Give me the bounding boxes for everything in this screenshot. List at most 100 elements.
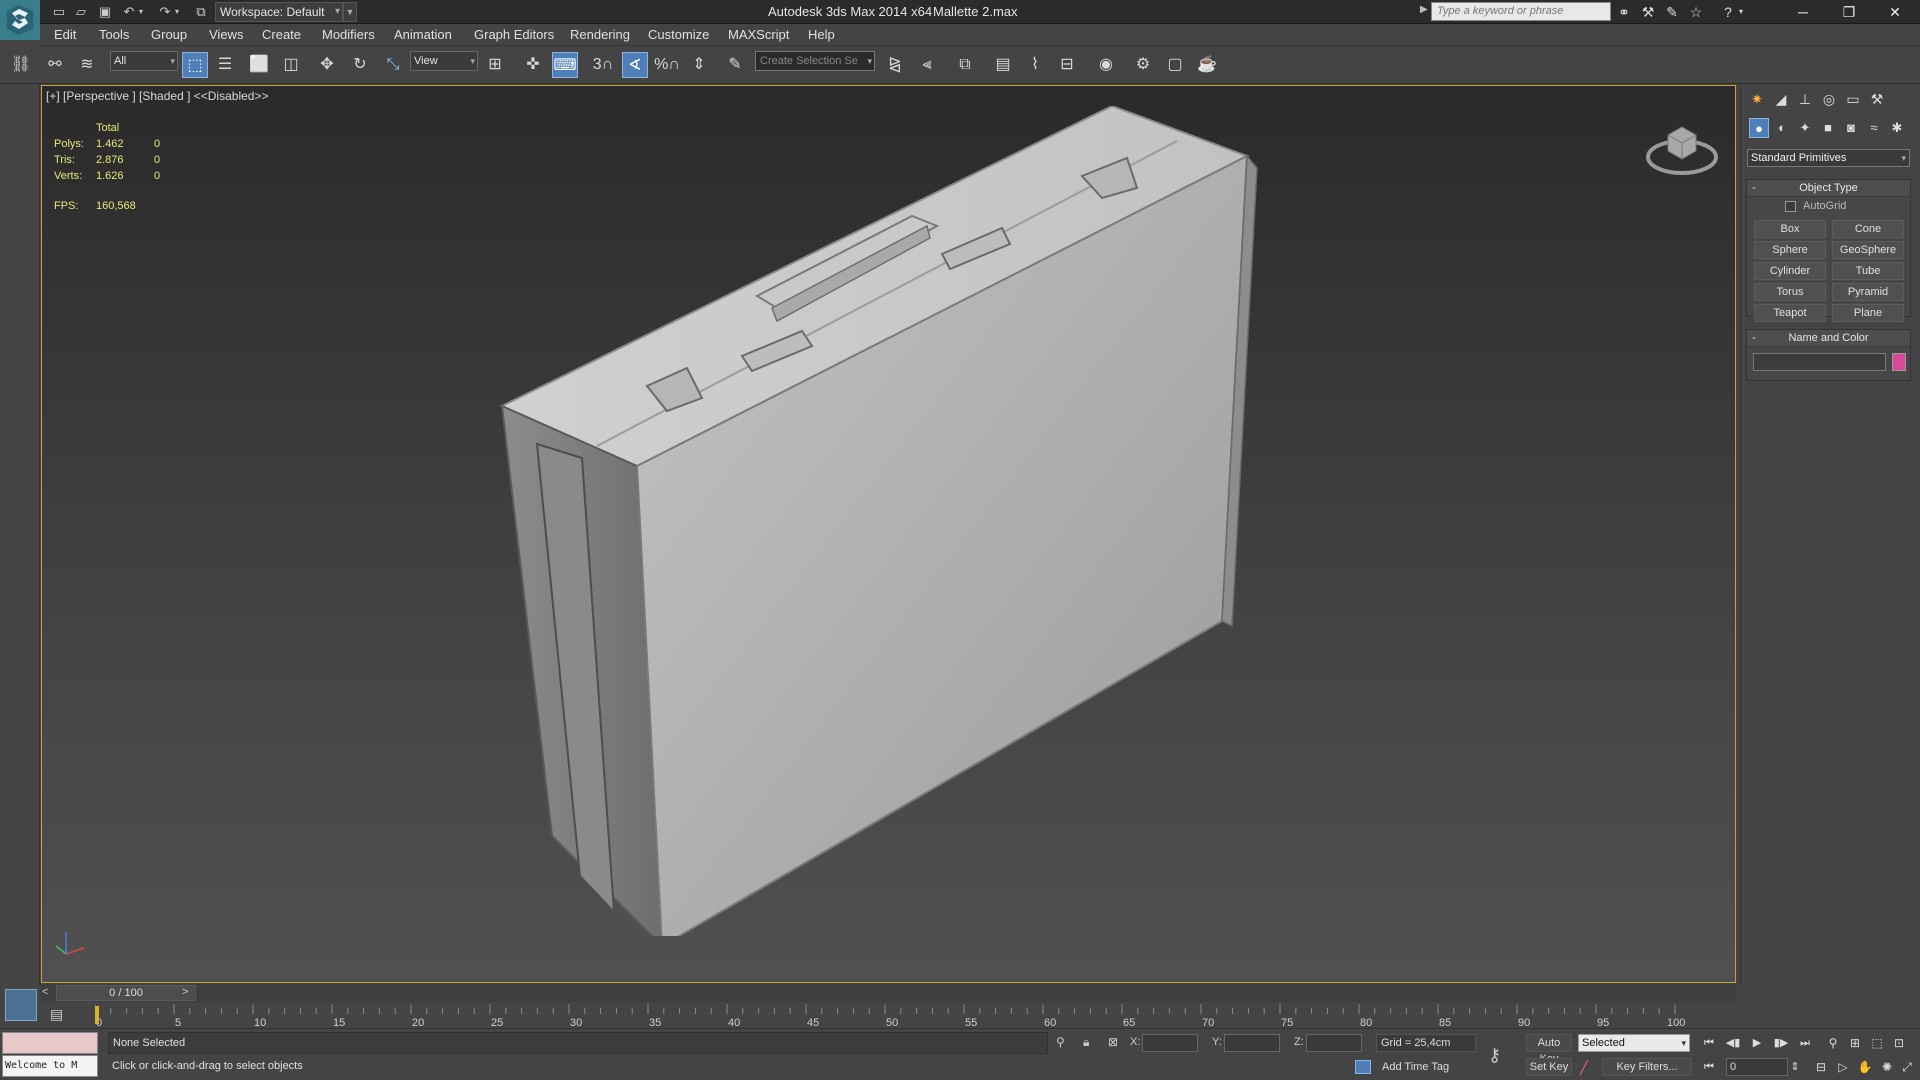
play-icon[interactable]: ▶: [1748, 1034, 1766, 1052]
display-tab-icon[interactable]: ▭: [1842, 88, 1864, 110]
save-icon[interactable]: ▣: [96, 3, 114, 21]
percent-snap-toggle-icon[interactable]: %∩: [654, 52, 680, 78]
time-slider-thumb[interactable]: 0 / 100: [56, 985, 196, 1001]
menu-help[interactable]: Help: [808, 27, 835, 42]
select-and-rotate-icon[interactable]: ↻: [347, 52, 373, 78]
favorites-star-icon[interactable]: ☆: [1686, 3, 1706, 21]
spinner-snap-toggle-icon[interactable]: ⇕: [686, 52, 712, 78]
key-mode-toggle-icon[interactable]: ⏮: [1700, 1058, 1718, 1076]
help-dropdown-icon[interactable]: ▾: [1736, 3, 1746, 21]
project-folder-icon[interactable]: ⧉: [192, 3, 210, 21]
y-coordinate-input[interactable]: [1224, 1034, 1280, 1052]
systems-category-icon[interactable]: ✱: [1887, 118, 1907, 138]
zoom-icon[interactable]: ⚲: [1824, 1034, 1842, 1052]
z-coordinate-input[interactable]: [1306, 1034, 1362, 1052]
teapot-button[interactable]: Teapot: [1754, 304, 1826, 322]
menu-rendering[interactable]: Rendering: [570, 27, 630, 42]
menu-modifiers[interactable]: Modifiers: [322, 27, 375, 42]
edit-named-selection-icon[interactable]: ✎: [722, 52, 748, 78]
selection-lock-icon[interactable]: 🔒︎: [1083, 1035, 1089, 1050]
field-of-view-icon[interactable]: ▷: [1834, 1058, 1852, 1076]
x-coordinate-input[interactable]: [1142, 1034, 1198, 1052]
rendered-frame-window-icon[interactable]: ▢: [1162, 52, 1188, 78]
object-color-swatch[interactable]: [1892, 353, 1906, 371]
space-warps-category-icon[interactable]: ≈: [1864, 118, 1884, 138]
motion-tab-icon[interactable]: ◎: [1818, 88, 1840, 110]
frame-spinner-icon[interactable]: ⇕: [1790, 1058, 1800, 1076]
zoom-extents-all-icon[interactable]: ⊡: [1890, 1034, 1908, 1052]
app-logo[interactable]: [0, 0, 40, 40]
lights-category-icon[interactable]: ✦: [1795, 118, 1815, 138]
unlink-icon[interactable]: ⚯: [42, 52, 68, 78]
time-slider[interactable]: < 0 / 100 >: [40, 984, 1736, 1002]
previous-frame-arrow[interactable]: <: [42, 986, 48, 998]
isolate-selection-icon[interactable]: ⚲: [1056, 1035, 1065, 1049]
create-tab-icon[interactable]: ✷: [1746, 88, 1768, 110]
bind-space-warp-icon[interactable]: ≋: [74, 52, 100, 78]
box-button[interactable]: Box: [1754, 220, 1826, 238]
material-editor-icon[interactable]: ◉: [1093, 52, 1119, 78]
binoculars-icon[interactable]: ⚭: [1614, 3, 1634, 21]
zoom-extents-icon[interactable]: ⬚: [1868, 1034, 1886, 1052]
window-crossing-icon[interactable]: ◫: [278, 52, 304, 78]
cone-button[interactable]: Cone: [1832, 220, 1904, 238]
select-and-move-icon[interactable]: ✥: [314, 52, 340, 78]
frame-ruler[interactable]: 0 5 10 15 20 25 30 35 40 45 50 55 60 65 70 75 80 85 90 95 10…: [95, 1002, 1725, 1028]
mirror-icon[interactable]: ⧎: [882, 52, 908, 78]
autogrid-checkbox[interactable]: [1785, 201, 1796, 212]
key-mode-dropdown[interactable]: Selected ▾: [1578, 1034, 1690, 1052]
absolute-mode-transform-icon[interactable]: ⊠: [1108, 1035, 1118, 1049]
helpers-category-icon[interactable]: ◙: [1841, 118, 1861, 138]
angle-snap-toggle-icon[interactable]: ∢: [622, 52, 648, 78]
restore-icon[interactable]: ❐: [1826, 0, 1872, 24]
perspective-viewport[interactable]: [+] [Perspective ] [Shaded ] <<Disabled>…: [41, 85, 1736, 983]
named-selection-set-dropdown[interactable]: Create Selection Se ▾: [755, 51, 875, 71]
render-production-icon[interactable]: ☕: [1194, 52, 1220, 78]
object-name-input[interactable]: [1753, 353, 1886, 371]
tube-button[interactable]: Tube: [1832, 262, 1904, 280]
previous-key-icon[interactable]: ◀▮: [1724, 1034, 1742, 1052]
geosphere-button[interactable]: GeoSphere: [1832, 241, 1904, 259]
object-type-header[interactable]: - Object Type: [1747, 180, 1910, 197]
snaps-toggle-icon[interactable]: 3∩: [590, 52, 616, 78]
new-file-icon[interactable]: ▭: [50, 3, 68, 21]
menu-animation[interactable]: Animation: [394, 27, 452, 42]
torus-button[interactable]: Torus: [1754, 283, 1826, 301]
search-expand-icon[interactable]: ▶: [1420, 4, 1428, 15]
add-time-tag[interactable]: Add Time Tag: [1382, 1061, 1449, 1073]
maxscript-listener-output[interactable]: [2, 1032, 98, 1054]
viewport-label[interactable]: [+] [Perspective ] [Shaded ] <<Disabled>…: [46, 89, 268, 103]
geometry-category-icon[interactable]: ●: [1749, 118, 1769, 138]
menu-group[interactable]: Group: [151, 27, 187, 42]
quick-access-menu-icon[interactable]: ▼: [343, 2, 357, 22]
auto-key-button[interactable]: Auto Key: [1526, 1034, 1572, 1065]
go-to-start-icon[interactable]: ⏮: [1700, 1034, 1718, 1052]
toggle-ribbon-icon[interactable]: ▤: [990, 52, 1016, 78]
pan-view-icon[interactable]: ✋: [1856, 1058, 1874, 1076]
set-keys-icon[interactable]: ⚷: [1488, 1045, 1501, 1066]
help-icon[interactable]: ?: [1718, 3, 1738, 21]
select-and-link-icon[interactable]: ⛓: [8, 52, 34, 78]
hierarchy-tab-icon[interactable]: ⊥: [1794, 88, 1816, 110]
key-filters-button[interactable]: Key Filters...: [1602, 1058, 1692, 1076]
time-tag-icon[interactable]: [1355, 1060, 1371, 1074]
cameras-category-icon[interactable]: ■: [1818, 118, 1838, 138]
shapes-category-icon[interactable]: ◐: [1772, 118, 1792, 138]
menu-tools[interactable]: Tools: [99, 27, 129, 42]
viewcube-widget[interactable]: [1642, 111, 1722, 181]
select-object-icon[interactable]: ⬚: [182, 52, 208, 78]
rectangular-selection-icon[interactable]: ⬜: [246, 52, 272, 78]
mini-curve-editor-toggle[interactable]: [5, 989, 37, 1021]
menu-maxscript[interactable]: MAXScript: [728, 27, 789, 42]
select-by-name-icon[interactable]: ☰: [212, 52, 238, 78]
menu-create[interactable]: Create: [262, 27, 301, 42]
time-configuration-icon[interactable]: ⊟: [1812, 1058, 1830, 1076]
pyramid-button[interactable]: Pyramid: [1832, 283, 1904, 301]
minimize-icon[interactable]: ─: [1780, 0, 1826, 24]
modify-tab-icon[interactable]: ◢: [1770, 88, 1792, 110]
select-and-scale-icon[interactable]: ⤡: [380, 52, 406, 78]
default-tangents-icon[interactable]: ╱: [1580, 1060, 1588, 1076]
primitive-category-dropdown[interactable]: Standard Primitives ▾: [1747, 149, 1910, 167]
search-input[interactable]: Type a keyword or phrase: [1431, 2, 1611, 21]
schematic-view-icon[interactable]: ⊟: [1054, 52, 1080, 78]
